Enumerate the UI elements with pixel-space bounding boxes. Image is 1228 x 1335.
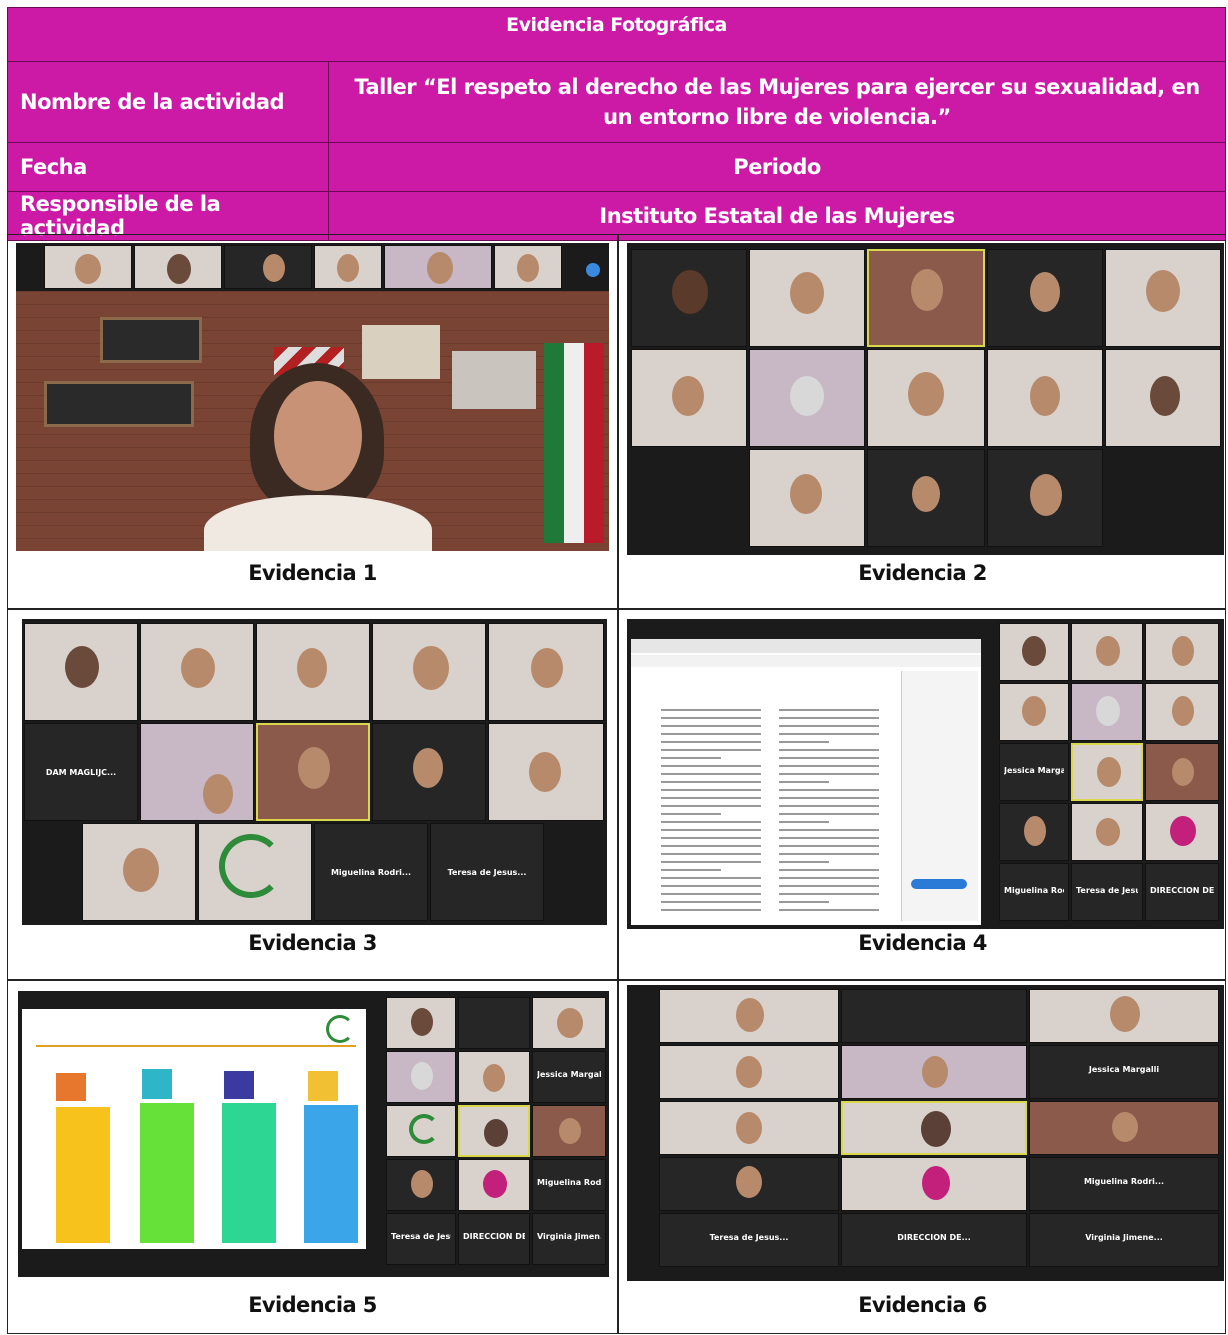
document-text-line xyxy=(661,821,761,823)
document-text-line xyxy=(661,885,761,887)
document-text-line xyxy=(661,765,761,767)
evidence-caption: Evidencia 3 xyxy=(248,931,377,955)
document-text-line xyxy=(661,725,761,727)
evidence-1-screenshot xyxy=(16,243,609,551)
document-text-line xyxy=(661,757,721,759)
document-text-line xyxy=(661,901,761,903)
participant-name: Teresa de Jesus... xyxy=(447,868,527,878)
document-text-line xyxy=(779,813,879,815)
activity-name-label: Nombre de la actividad xyxy=(7,61,329,143)
participant-name: DAM MAGLIJC... xyxy=(45,768,117,778)
document-text-line xyxy=(779,861,829,863)
document-text-line xyxy=(779,885,879,887)
document-title: Evidencia Fotográfica xyxy=(7,7,1226,62)
evidence-6-screenshot: Jessica Margalli Miguelina Rodri... Tere… xyxy=(627,985,1224,1281)
document-text-line xyxy=(661,829,761,831)
document-text-line xyxy=(779,789,879,791)
document-text-line xyxy=(661,773,761,775)
document-text-line xyxy=(779,749,879,751)
participant-name: Jessica Margalli xyxy=(537,1070,601,1079)
document-text-line xyxy=(661,877,761,879)
document-text-line xyxy=(661,893,761,895)
participant-name: Teresa de Jesus... xyxy=(1076,886,1138,896)
evidence-caption: Evidencia 4 xyxy=(858,931,987,955)
document-text-line xyxy=(779,893,879,895)
participant-name: Teresa de Jesus... xyxy=(391,1232,451,1241)
participant-name: DIRECCION DE... xyxy=(1150,886,1214,896)
document-text-line xyxy=(779,805,879,807)
participant-name: Virginia Jimene... xyxy=(1085,1232,1163,1242)
participant-name: Miguelina Rodri... xyxy=(1083,1176,1165,1186)
document-text-line xyxy=(779,845,879,847)
evidence-4-screenshot: Jessica Margalli Miguelina Rodri... Tere… xyxy=(627,619,1224,929)
grid-divider xyxy=(8,979,1225,981)
document-text-line xyxy=(779,733,879,735)
grid-divider xyxy=(8,608,1225,610)
document-text-line xyxy=(779,909,879,911)
evidence-caption: Evidencia 2 xyxy=(858,561,987,585)
evidence-document: Evidencia Fotográfica Nombre de la activ… xyxy=(0,0,1228,1335)
participant-name: Miguelina Rodri... xyxy=(330,868,412,878)
document-text-line xyxy=(779,829,879,831)
activity-name-value: Taller “El respeto al derecho de las Muj… xyxy=(328,61,1226,143)
participant-name: DIRECCION DE... xyxy=(463,1232,525,1241)
document-text-line xyxy=(779,901,829,903)
evidence-caption: Evidencia 5 xyxy=(248,1293,377,1317)
document-text-line xyxy=(661,869,721,871)
document-text-line xyxy=(661,805,761,807)
document-text-line xyxy=(661,861,761,863)
date-value: Periodo xyxy=(328,142,1226,192)
document-text-line xyxy=(779,821,829,823)
record-icon xyxy=(586,263,600,277)
document-text-line xyxy=(779,741,829,743)
document-text-line xyxy=(661,717,761,719)
document-text-line xyxy=(779,725,879,727)
document-text-line xyxy=(779,709,879,711)
document-text-line xyxy=(661,749,761,751)
grid-divider xyxy=(617,235,619,1333)
document-text-line xyxy=(779,765,879,767)
document-text-line xyxy=(661,741,761,743)
document-text-line xyxy=(661,797,761,799)
document-text-line xyxy=(661,845,761,847)
evidence-caption: Evidencia 1 xyxy=(248,561,377,585)
document-text-line xyxy=(779,717,879,719)
evidence-3-screenshot: DAM MAGLIJC... Miguelina Rodri... Teresa… xyxy=(22,619,607,925)
participant-name: Miguelina Rodri... xyxy=(1004,886,1064,896)
evidence-5-screenshot: Jessica Margalli Miguelina Rodri... Tere… xyxy=(18,991,609,1277)
document-text-line xyxy=(661,733,761,735)
evidence-grid: Evidencia 1 Evidencia 2 DAM MAGLIJC... M… xyxy=(7,234,1226,1334)
participant-name: DIRECCION DE... xyxy=(897,1232,971,1242)
document-text-line xyxy=(779,837,879,839)
participant-name: Teresa de Jesus... xyxy=(709,1232,789,1242)
activity-header-table: Evidencia Fotográfica Nombre de la activ… xyxy=(7,7,1226,241)
document-text-line xyxy=(661,709,761,711)
participant-name: Miguelina Rodri... xyxy=(537,1178,601,1187)
document-text-line xyxy=(779,853,879,855)
document-text-line xyxy=(661,789,761,791)
document-text-line xyxy=(779,757,879,759)
document-text-line xyxy=(661,837,761,839)
evidence-2-screenshot xyxy=(627,243,1224,555)
document-text-line xyxy=(779,773,879,775)
document-text-line xyxy=(661,813,721,815)
document-text-line xyxy=(661,853,761,855)
participant-name: Jessica Margalli xyxy=(1088,1064,1160,1074)
document-text-line xyxy=(779,877,879,879)
document-text-line xyxy=(779,781,829,783)
participant-name: Jessica Margalli xyxy=(1004,766,1064,776)
document-text-line xyxy=(779,869,879,871)
document-text-line xyxy=(661,781,761,783)
document-text-line xyxy=(779,797,879,799)
evidence-caption: Evidencia 6 xyxy=(858,1293,987,1317)
participant-name: Virginia Jimen... xyxy=(537,1232,601,1241)
document-text-line xyxy=(661,909,761,911)
date-label: Fecha xyxy=(7,142,329,192)
